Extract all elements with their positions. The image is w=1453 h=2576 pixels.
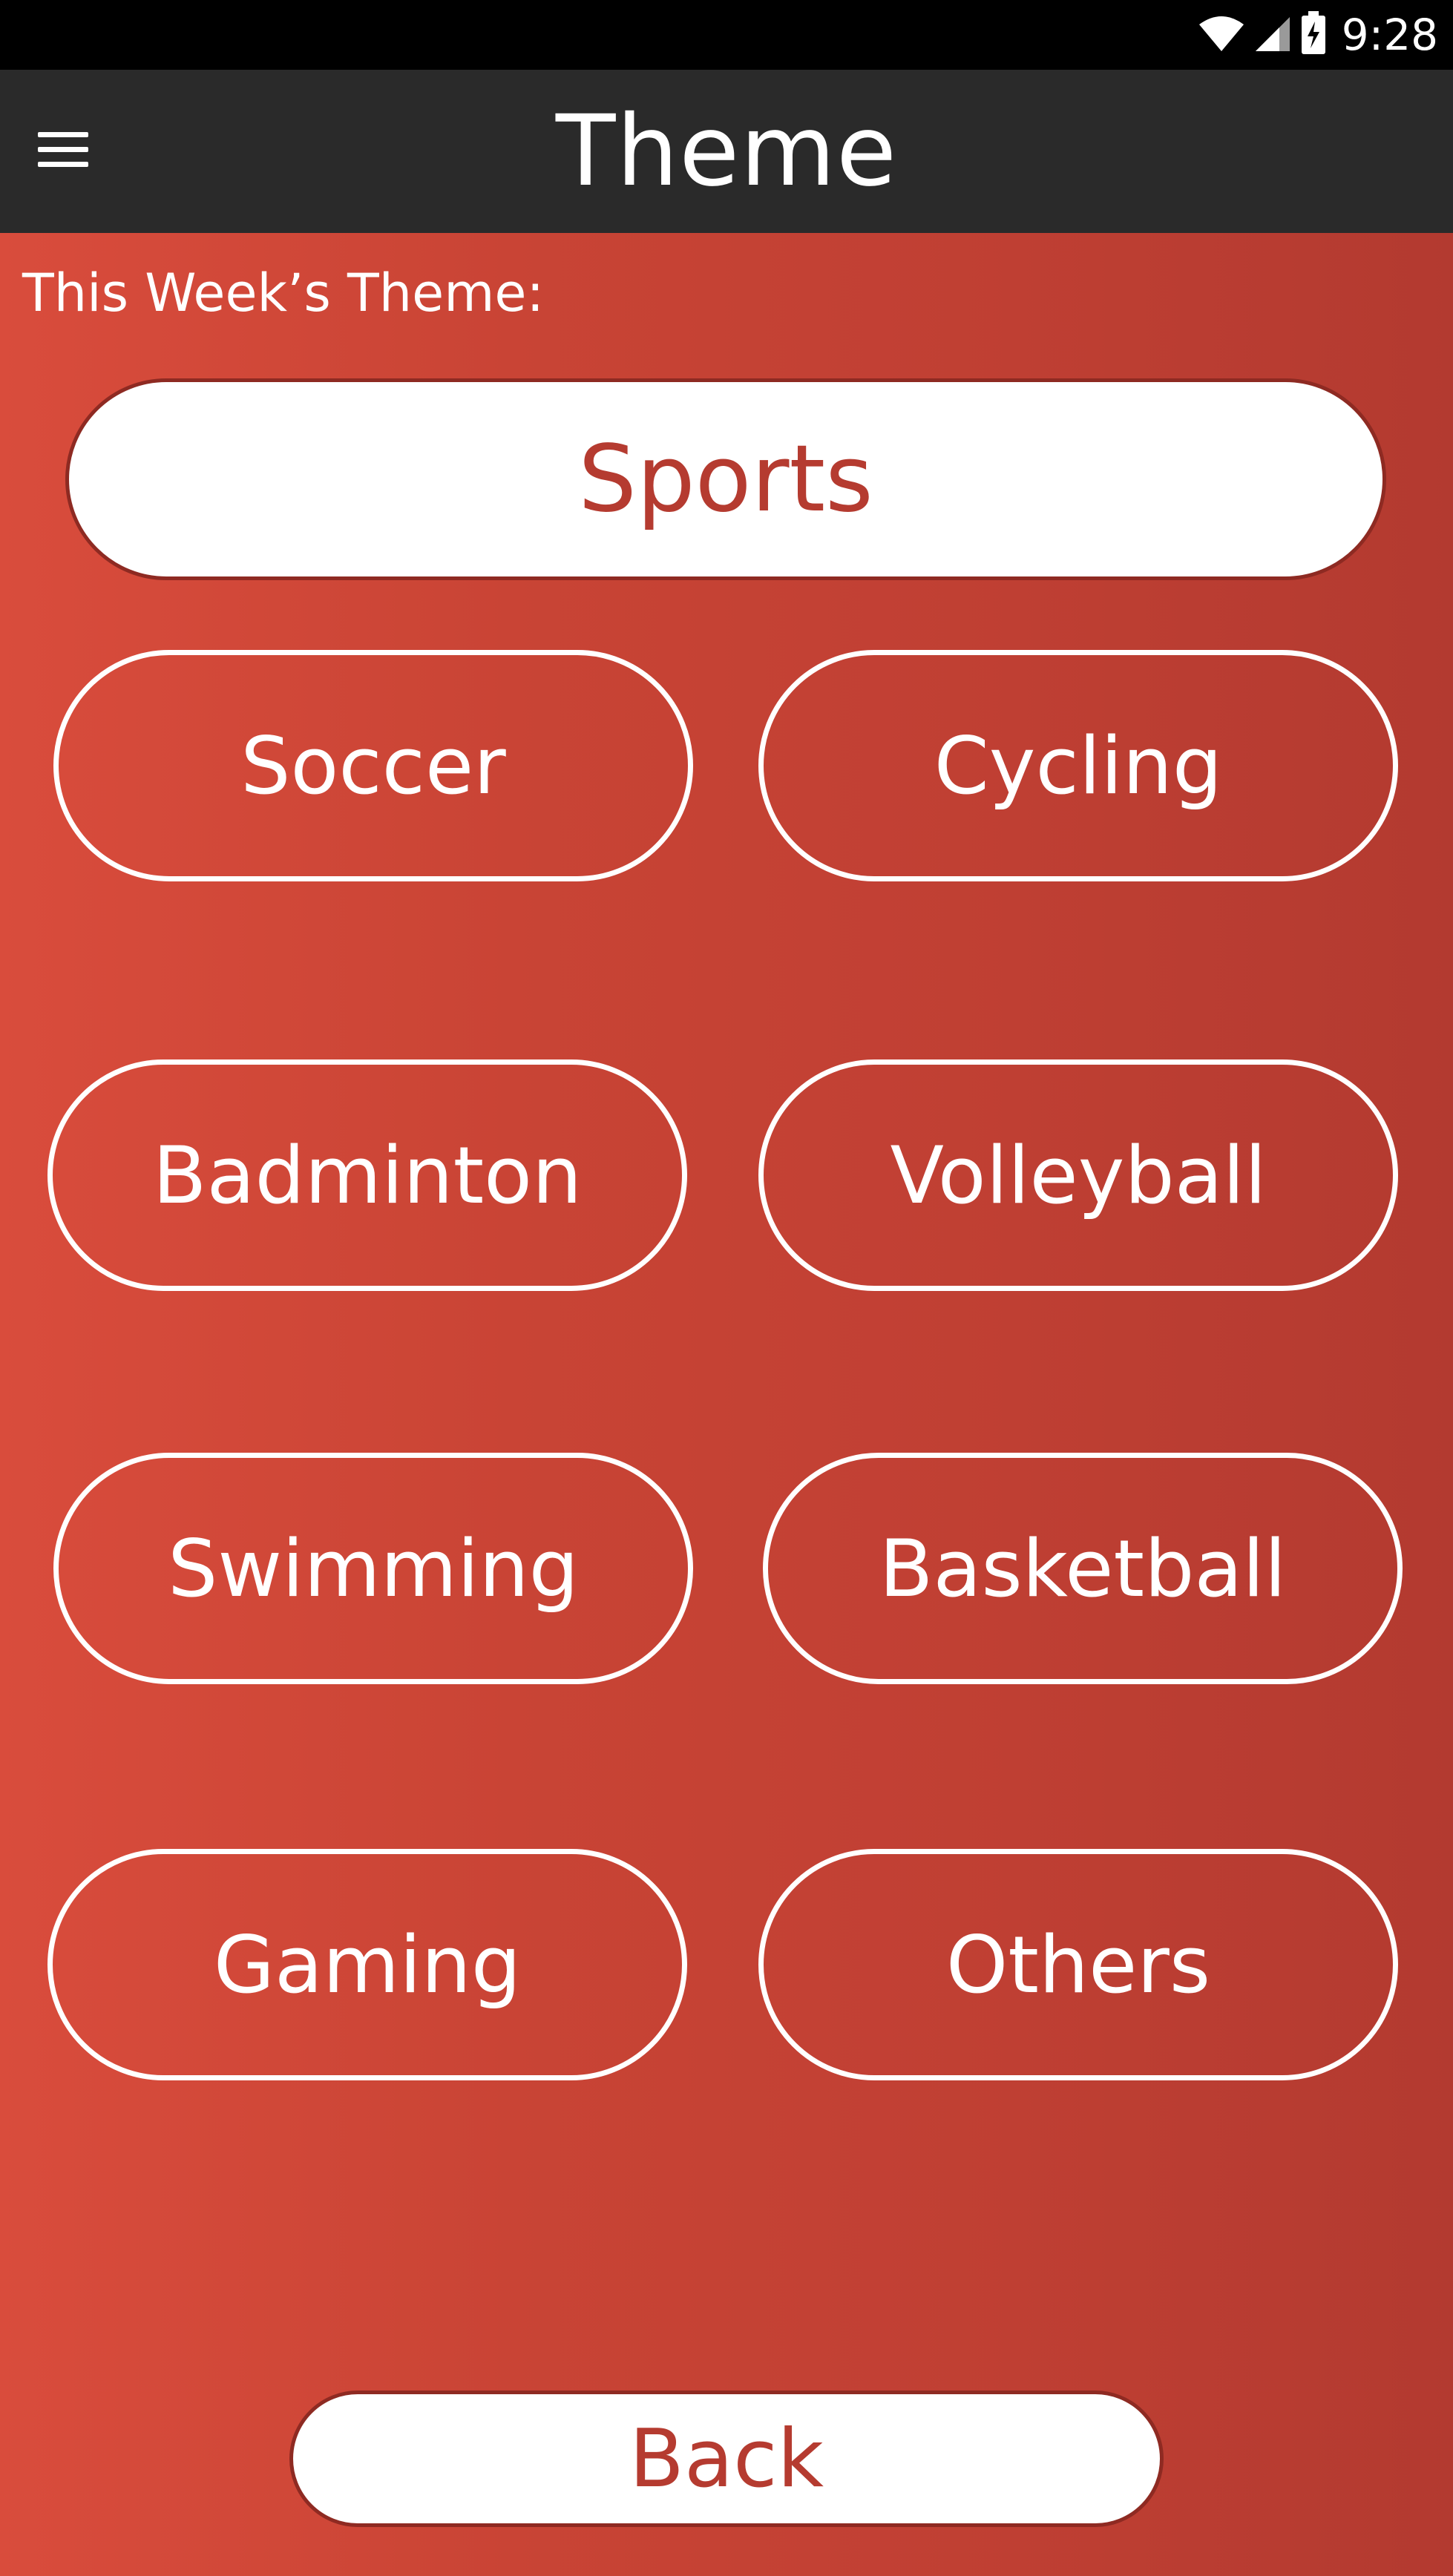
option-badminton-button[interactable]: Badminton <box>47 1059 687 1291</box>
current-theme-display: Sports <box>65 378 1386 580</box>
option-others-button[interactable]: Others <box>758 1849 1398 2080</box>
wifi-icon <box>1198 14 1245 56</box>
app-bar: Theme <box>0 70 1453 233</box>
back-button[interactable]: Back <box>289 2391 1164 2527</box>
status-icons: 9:28 <box>1198 6 1438 64</box>
option-swimming-button[interactable]: Swimming <box>53 1453 693 1684</box>
option-cycling-button[interactable]: Cycling <box>758 650 1398 881</box>
option-volleyball-button[interactable]: Volleyball <box>758 1059 1398 1291</box>
status-time: 9:28 <box>1341 10 1438 60</box>
theme-content: This Week’s Theme: Sports Soccer Cycling… <box>0 233 1453 2576</box>
page-title: Theme <box>555 94 898 208</box>
week-theme-label: This Week’s Theme: <box>22 263 545 323</box>
signal-icon <box>1254 14 1291 56</box>
battery-charging-icon <box>1300 10 1327 59</box>
option-basketball-button[interactable]: Basketball <box>763 1453 1403 1684</box>
option-gaming-button[interactable]: Gaming <box>47 1849 687 2080</box>
option-soccer-button[interactable]: Soccer <box>53 650 693 881</box>
status-bar: 9:28 <box>0 0 1453 70</box>
